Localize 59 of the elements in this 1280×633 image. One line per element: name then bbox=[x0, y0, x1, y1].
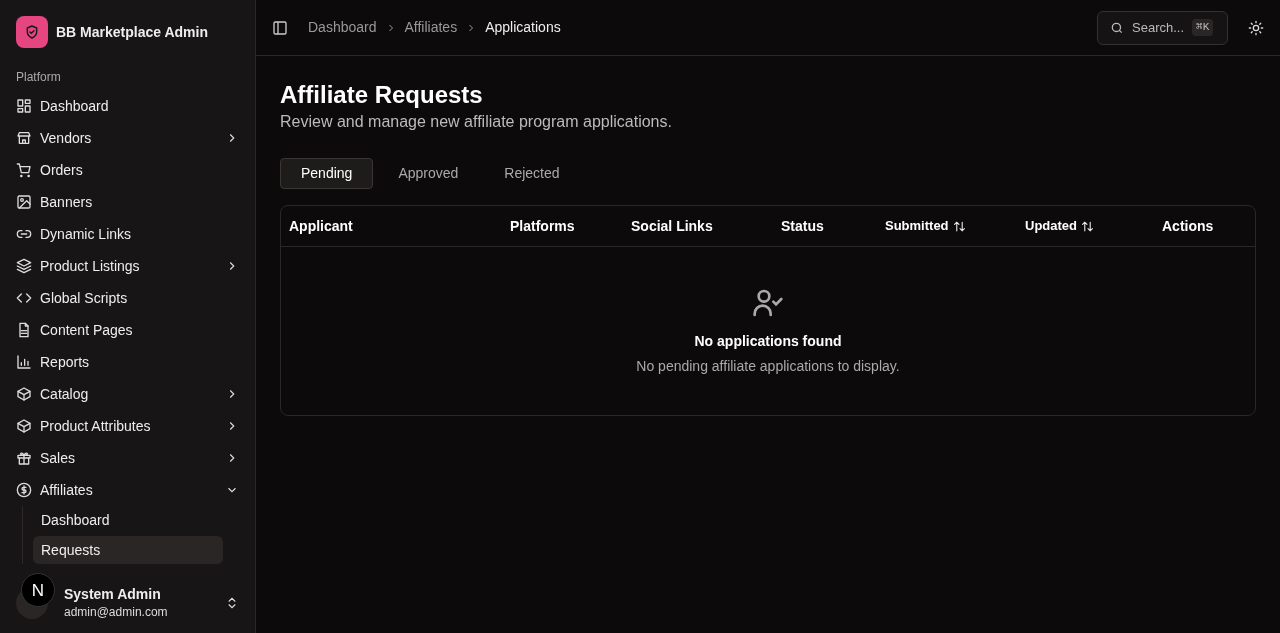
column-header: Actions bbox=[1162, 216, 1214, 236]
column-header[interactable]: Submitted bbox=[885, 216, 949, 236]
gift-icon bbox=[16, 450, 32, 466]
image-icon bbox=[16, 194, 32, 210]
search-field[interactable]: Search... ⌘K bbox=[1097, 10, 1228, 45]
breadcrumb-link[interactable]: Dashboard bbox=[308, 17, 377, 38]
cart-icon bbox=[16, 162, 32, 178]
sidebar-item[interactable]: Sales bbox=[8, 442, 247, 474]
sidebar-subitem[interactable]: Requests bbox=[33, 536, 223, 564]
user-check-icon bbox=[752, 287, 784, 319]
bar-chart-icon bbox=[16, 354, 32, 370]
section-label: Platform bbox=[15, 69, 62, 86]
box-icon bbox=[16, 418, 32, 434]
page-subtitle: Review and manage new affiliate program applications. bbox=[280, 112, 672, 132]
dev-indicator-button[interactable]: N bbox=[21, 573, 55, 608]
sidebar-subitem[interactable]: Dashboard bbox=[33, 506, 223, 534]
page-title: Affiliate Requests bbox=[280, 80, 483, 110]
empty-title: No applications found bbox=[694, 332, 842, 351]
store-icon bbox=[16, 130, 32, 146]
app-title: BB Marketplace Admin bbox=[56, 22, 208, 42]
tab[interactable]: Approved bbox=[377, 158, 480, 189]
sidebar-item[interactable]: Product Attributes bbox=[8, 410, 247, 442]
sidebar-item[interactable]: Global Scripts bbox=[8, 282, 247, 314]
user-name: System Admin bbox=[64, 585, 162, 603]
sidebar-item[interactable]: Product Listings bbox=[8, 250, 247, 282]
dollar-circle-icon bbox=[16, 482, 32, 498]
column-header: Platforms bbox=[510, 216, 575, 236]
file-icon bbox=[16, 322, 32, 338]
logo-icon bbox=[16, 16, 48, 48]
sun-icon[interactable] bbox=[1248, 19, 1264, 36]
sort-icon[interactable] bbox=[1081, 219, 1094, 233]
tab[interactable]: Rejected bbox=[483, 158, 581, 189]
shortcut-key: ⌘K bbox=[1192, 19, 1214, 36]
breadcrumb-current: Applications bbox=[485, 18, 561, 37]
sidebar-item[interactable]: Vendors bbox=[8, 122, 247, 154]
breadcrumb-link[interactable]: Affiliates bbox=[404, 17, 458, 38]
column-header: Applicant bbox=[289, 216, 353, 236]
empty-message: No pending affiliate applications to display. bbox=[636, 357, 900, 376]
search-icon bbox=[1110, 20, 1124, 35]
sidebar-item[interactable]: Orders bbox=[8, 154, 247, 186]
sidebar-item[interactable]: Dashboard bbox=[8, 90, 247, 122]
sidebar-toggle-icon[interactable] bbox=[272, 19, 288, 36]
sidebar-item[interactable]: Catalog bbox=[8, 378, 247, 410]
search-placeholder: Search... bbox=[1132, 18, 1185, 37]
layers-icon bbox=[16, 258, 32, 274]
grid-icon bbox=[16, 98, 32, 114]
user-email: admin@admin.com bbox=[64, 604, 169, 621]
code-icon bbox=[16, 290, 32, 306]
tab[interactable]: Pending bbox=[280, 158, 374, 189]
sidebar-item[interactable]: Banners bbox=[8, 186, 247, 218]
sidebar-item[interactable]: Reports bbox=[8, 346, 247, 378]
sidebar-item[interactable]: Content Pages bbox=[8, 314, 247, 346]
sidebar-item[interactable]: Affiliates bbox=[8, 474, 247, 506]
sidebar-item[interactable]: Dynamic Links bbox=[8, 218, 247, 250]
column-header: Social Links bbox=[631, 216, 713, 236]
sort-icon[interactable] bbox=[952, 219, 966, 233]
column-header[interactable]: Updated bbox=[1025, 216, 1077, 236]
column-header: Status bbox=[781, 216, 824, 236]
box-icon bbox=[16, 386, 32, 402]
